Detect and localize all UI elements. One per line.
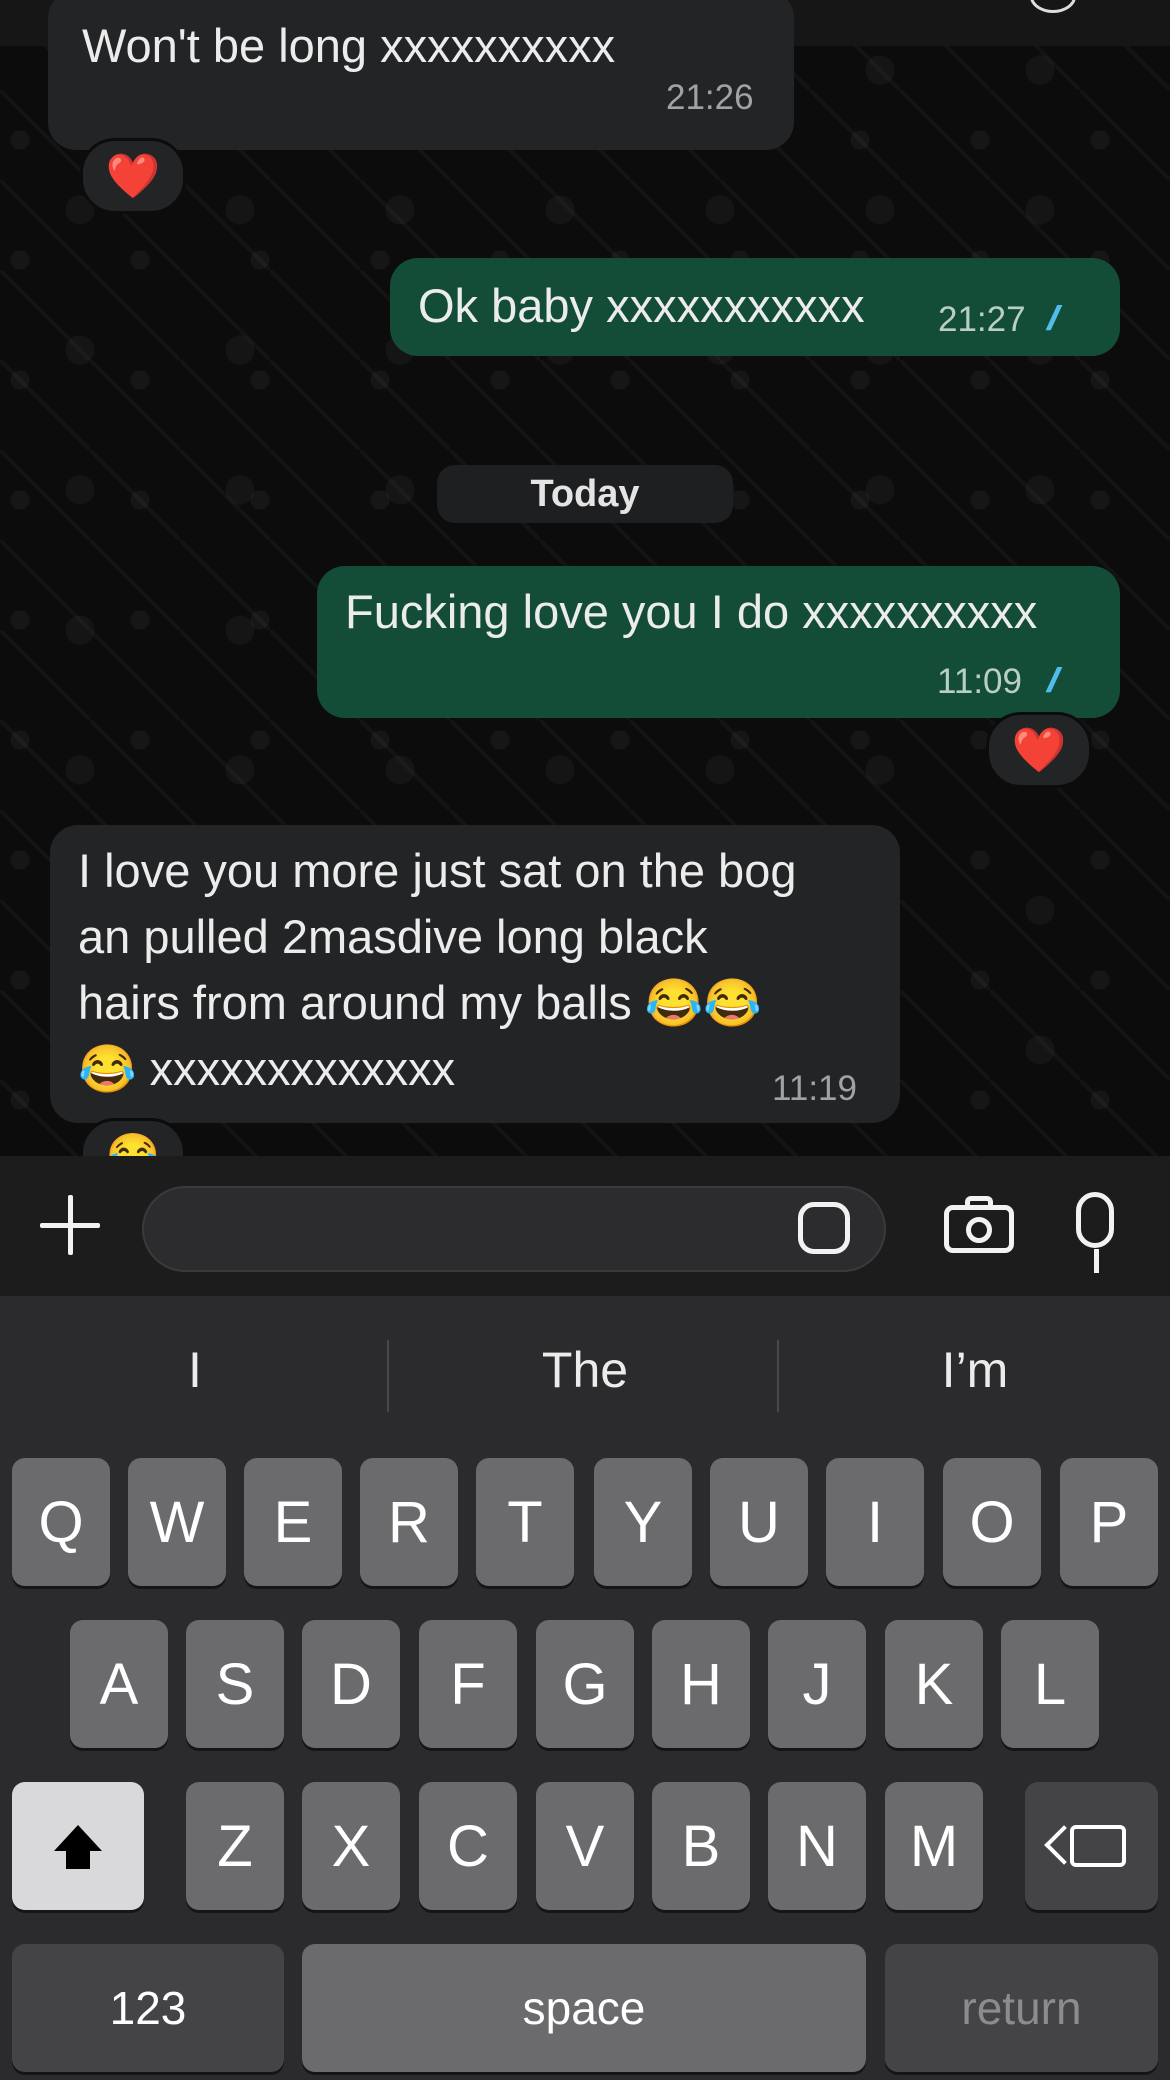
- shift-key[interactable]: [12, 1782, 144, 1910]
- key-g[interactable]: G: [536, 1620, 634, 1748]
- key-n[interactable]: N: [768, 1782, 866, 1910]
- key-w[interactable]: W: [128, 1458, 226, 1586]
- suggestion-divider: [777, 1340, 779, 1412]
- key-c[interactable]: C: [419, 1782, 517, 1910]
- message-bubble-outgoing[interactable]: Ok baby xxxxxxxxxxx 21:27 //: [390, 258, 1120, 356]
- message-time: 21:26: [666, 78, 754, 117]
- key-p[interactable]: P: [1060, 1458, 1158, 1586]
- key-d[interactable]: D: [302, 1620, 400, 1748]
- message-text: Won't be long xxxxxxxxxx: [82, 19, 616, 72]
- key-m[interactable]: M: [885, 1782, 983, 1910]
- plus-icon[interactable]: [40, 1195, 100, 1255]
- call-icon[interactable]: [1030, 0, 1076, 13]
- key-z[interactable]: Z: [186, 1782, 284, 1910]
- key-l[interactable]: L: [1001, 1620, 1099, 1748]
- reaction-badge[interactable]: ❤️: [80, 138, 186, 214]
- message-text-line: hairs from around my balls 😂😂: [78, 976, 762, 1029]
- key-r[interactable]: R: [360, 1458, 458, 1586]
- message-bubble-outgoing[interactable]: Fucking love you I do xxxxxxxxxx 11:09 /…: [317, 566, 1120, 718]
- key-i[interactable]: I: [826, 1458, 924, 1586]
- backspace-icon: [1069, 1825, 1126, 1867]
- key-e[interactable]: E: [244, 1458, 342, 1586]
- key-x[interactable]: X: [302, 1782, 400, 1910]
- key-y[interactable]: Y: [594, 1458, 692, 1586]
- numbers-key[interactable]: 123: [12, 1944, 284, 2072]
- message-bubble-incoming[interactable]: I love you more just sat on the bog an p…: [50, 825, 900, 1123]
- key-b[interactable]: B: [652, 1782, 750, 1910]
- message-time: 11:19: [772, 1069, 857, 1108]
- return-key[interactable]: return: [885, 1944, 1158, 2072]
- camera-icon[interactable]: [944, 1196, 1014, 1253]
- message-time: 21:27: [938, 300, 1026, 339]
- microphone-icon[interactable]: [1076, 1192, 1114, 1273]
- date-separator: Today: [437, 465, 733, 523]
- space-key[interactable]: space: [302, 1944, 866, 2072]
- key-v[interactable]: V: [536, 1782, 634, 1910]
- reaction-badge[interactable]: 😂: [80, 1118, 186, 1156]
- key-u[interactable]: U: [710, 1458, 808, 1586]
- key-s[interactable]: S: [186, 1620, 284, 1748]
- message-text-line: an pulled 2masdive long black: [78, 910, 708, 963]
- suggestion-divider: [387, 1340, 389, 1412]
- suggestion-3[interactable]: I’m: [780, 1330, 1170, 1410]
- chat-area[interactable]: Won't be long xxxxxxxxxx 21:26 ❤️ Ok bab…: [0, 0, 1170, 1156]
- key-h[interactable]: H: [652, 1620, 750, 1748]
- backspace-key[interactable]: [1025, 1782, 1158, 1910]
- shift-arrow-icon: [54, 1825, 102, 1869]
- key-t[interactable]: T: [476, 1458, 574, 1586]
- reaction-badge[interactable]: ❤️: [986, 712, 1092, 788]
- sticker-icon[interactable]: [798, 1202, 850, 1254]
- message-input[interactable]: [142, 1186, 886, 1272]
- key-j[interactable]: J: [768, 1620, 866, 1748]
- message-time: 11:09: [937, 662, 1022, 701]
- message-text: Fucking love you I do xxxxxxxxxx: [345, 585, 1038, 638]
- message-bubble-incoming[interactable]: Won't be long xxxxxxxxxx 21:26: [48, 0, 794, 150]
- key-f[interactable]: F: [419, 1620, 517, 1748]
- key-o[interactable]: O: [943, 1458, 1041, 1586]
- key-k[interactable]: K: [885, 1620, 983, 1748]
- key-q[interactable]: Q: [12, 1458, 110, 1586]
- message-text-line: 😂 xxxxxxxxxxxxx: [78, 1042, 456, 1095]
- suggestion-1[interactable]: I: [0, 1330, 390, 1410]
- suggestion-2[interactable]: The: [390, 1330, 780, 1410]
- key-a[interactable]: A: [70, 1620, 168, 1748]
- message-text-line: I love you more just sat on the bog: [78, 844, 797, 897]
- message-text: Ok baby xxxxxxxxxxx: [418, 279, 865, 332]
